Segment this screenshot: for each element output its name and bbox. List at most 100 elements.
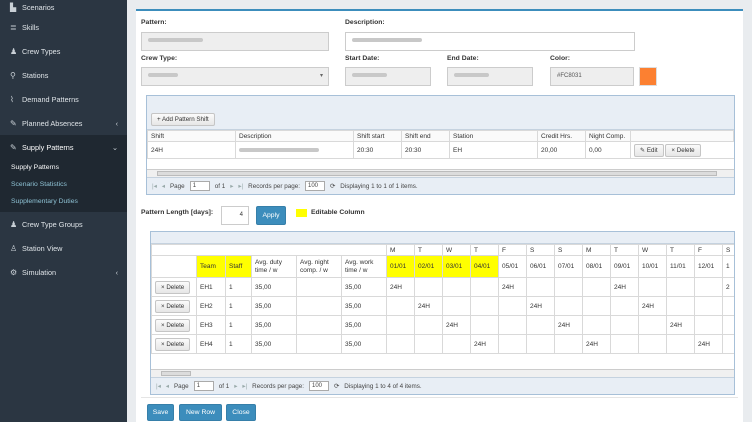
date-column-header[interactable]: 08/01 [582, 255, 611, 278]
delete-row-button[interactable]: × Delete [155, 280, 191, 294]
prev-page-icon[interactable]: ◂ [166, 383, 169, 390]
team-team-cell[interactable]: EH4 [196, 334, 226, 354]
column-header[interactable]: Description [235, 130, 354, 142]
nav-scenarios[interactable]: ▙ Scenarios [0, 0, 127, 15]
schedule-cell[interactable] [442, 277, 471, 297]
delete-shift-button[interactable]: × Delete [665, 143, 701, 157]
schedule-cell[interactable] [470, 277, 499, 297]
color-input[interactable]: #FC8031 [550, 67, 634, 86]
color-swatch[interactable] [639, 67, 657, 86]
date-column-header[interactable]: 05/01 [498, 255, 527, 278]
team-column-header[interactable]: Team [196, 255, 226, 278]
next-page-icon[interactable]: ▸ [230, 183, 233, 190]
nav-stations[interactable]: ⚲ Stations [0, 63, 127, 87]
prev-page-icon[interactable]: ◂ [162, 183, 165, 190]
date-column-header[interactable]: 03/01 [442, 255, 471, 278]
column-header[interactable]: Shift [147, 130, 236, 142]
date-column-header[interactable]: 04/01 [470, 255, 499, 278]
schedule-cell[interactable] [414, 334, 443, 354]
end-date-input[interactable] [447, 67, 533, 86]
team-team-cell[interactable]: EH3 [196, 315, 226, 335]
last-page-icon[interactable]: ▸| [242, 383, 247, 390]
column-header[interactable]: Night Comp. [585, 130, 631, 142]
next-page-icon[interactable]: ▸ [234, 383, 237, 390]
column-header[interactable]: Shift end [401, 130, 450, 142]
date-column-header[interactable]: 1 [722, 255, 734, 278]
team-column-header[interactable]: Avg. work time / w [341, 255, 387, 278]
nav-simulation[interactable]: ⚙ Simulation ‹ [0, 260, 127, 284]
nav-planned-absences[interactable]: ✎ Planned Absences ‹ [0, 111, 127, 135]
edit-shift-button[interactable]: ✎ Edit [634, 143, 664, 157]
page-number-input[interactable]: 1 [189, 181, 210, 191]
column-header[interactable]: Shift start [353, 130, 402, 142]
schedule-cell[interactable] [442, 334, 471, 354]
schedule-cell[interactable] [414, 277, 443, 297]
date-column-header[interactable]: 09/01 [610, 255, 639, 278]
schedule-cell[interactable] [386, 315, 415, 335]
schedule-cell[interactable] [386, 334, 415, 354]
schedule-cell[interactable] [442, 296, 471, 316]
description-input[interactable] [345, 32, 635, 51]
refresh-icon[interactable]: ⟳ [330, 183, 335, 190]
column-header[interactable]: Credit Hrs. [537, 130, 586, 142]
date-column-header[interactable]: 11/01 [666, 255, 695, 278]
first-page-icon[interactable]: |◂ [152, 183, 157, 190]
page-number-input[interactable]: 1 [193, 381, 214, 391]
delete-row-button[interactable]: × Delete [155, 337, 191, 351]
team-column-header[interactable]: Avg. duty time / w [251, 255, 297, 278]
schedule-cell[interactable]: 24H [470, 334, 499, 354]
date-column-header[interactable]: 10/01 [638, 255, 667, 278]
team-duty-cell[interactable]: 35,00 [251, 334, 297, 354]
schedule-cell[interactable]: 24H [442, 315, 471, 335]
date-column-header[interactable]: 01/01 [386, 255, 415, 278]
submenu-scenario-statistics[interactable]: Scenario Statistics [0, 176, 127, 193]
schedule-cell[interactable] [470, 315, 499, 335]
team-column-header[interactable]: Staff [225, 255, 252, 278]
apply-button[interactable]: Apply [256, 206, 286, 225]
shift-grid-scrollbar[interactable] [147, 169, 734, 177]
date-column-header[interactable]: 02/01 [414, 255, 443, 278]
start-date-input[interactable] [345, 67, 431, 86]
team-staff-cell[interactable]: 1 [225, 334, 252, 354]
per-page-select[interactable]: 100 [304, 181, 325, 191]
schedule-cell[interactable] [470, 296, 499, 316]
team-staff-cell[interactable]: 1 [225, 315, 252, 335]
schedule-cell[interactable] [414, 315, 443, 335]
refresh-icon[interactable]: ⟳ [334, 383, 339, 390]
delete-row-button[interactable]: × Delete [155, 318, 191, 332]
submenu-supplementary-duties[interactable]: Supplementary Duties [0, 193, 127, 210]
close-button[interactable]: Close [226, 404, 256, 421]
team-duty-cell[interactable]: 35,00 [251, 296, 297, 316]
nav-skills[interactable]: ≣ Skills [0, 15, 127, 39]
column-header[interactable]: Station [449, 130, 538, 142]
nav-station-view[interactable]: ♙ Station View [0, 236, 127, 260]
date-column-header[interactable]: 07/01 [554, 255, 583, 278]
nav-crew-type-groups[interactable]: ♟ Crew Type Groups [0, 212, 127, 236]
team-staff-cell[interactable]: 1 [225, 296, 252, 316]
schedule-cell[interactable]: 24H [414, 296, 443, 316]
save-button[interactable]: Save [147, 404, 174, 421]
new-row-button[interactable]: New Row [179, 404, 222, 421]
pattern-length-input[interactable]: 4 [221, 206, 249, 225]
nav-crew-types[interactable]: ♟ Crew Types [0, 39, 127, 63]
pattern-input[interactable] [141, 32, 329, 51]
first-page-icon[interactable]: |◂ [156, 383, 161, 390]
nav-supply-patterns[interactable]: ✎ Supply Patterns ⌄ [0, 135, 127, 159]
crew-type-select[interactable]: ▾ [141, 67, 329, 86]
team-duty-cell[interactable]: 35,00 [251, 277, 297, 297]
team-team-cell[interactable]: EH1 [196, 277, 226, 297]
team-team-cell[interactable]: EH2 [196, 296, 226, 316]
team-grid-scrollbar[interactable] [151, 369, 734, 377]
delete-row-button[interactable]: × Delete [155, 299, 191, 313]
add-pattern-shift-button[interactable]: + Add Pattern Shift [151, 113, 215, 126]
last-page-icon[interactable]: ▸| [238, 183, 243, 190]
schedule-cell[interactable]: 24H [386, 277, 415, 297]
per-page-select[interactable]: 100 [308, 381, 329, 391]
team-duty-cell[interactable]: 35,00 [251, 315, 297, 335]
team-staff-cell[interactable]: 1 [225, 277, 252, 297]
team-column-header[interactable]: Avg. night comp. / w [296, 255, 342, 278]
date-column-header[interactable]: 06/01 [526, 255, 555, 278]
date-column-header[interactable]: 12/01 [694, 255, 723, 278]
schedule-cell[interactable] [386, 296, 415, 316]
nav-demand-patterns[interactable]: ⌇ Demand Patterns [0, 87, 127, 111]
